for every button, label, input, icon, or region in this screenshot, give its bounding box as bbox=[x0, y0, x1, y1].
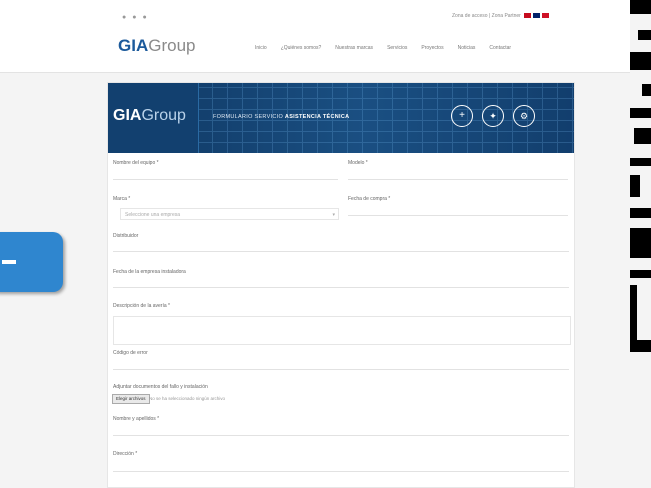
label-nombre-apellidos: Nombre y apellidos * bbox=[113, 416, 160, 422]
lightbulb-icon: ✦ bbox=[482, 105, 504, 127]
label-nombre-equipo: Nombre del equipo * bbox=[113, 160, 159, 166]
flag-uk-icon[interactable] bbox=[533, 13, 541, 19]
facebook-icon[interactable]: ● bbox=[132, 14, 142, 21]
logo-bold: GIA bbox=[118, 36, 149, 55]
form-banner: GIAGroup FORMULARIO SERVICIO ASISTENCIA … bbox=[108, 83, 574, 153]
banner-title-part2: ASISTENCIA TÉCNICA bbox=[284, 114, 350, 120]
site-header: ●●● Zona de acceso | Zona Partner GIAGro… bbox=[0, 0, 630, 73]
label-marca: Marca * bbox=[113, 196, 131, 202]
nav-proyectos[interactable]: Proyectos bbox=[421, 45, 443, 51]
banner-title: FORMULARIO SERVICIO ASISTENCIA TÉCNICA bbox=[213, 114, 349, 120]
flag-pt-icon[interactable] bbox=[542, 13, 550, 19]
logo-light: Group bbox=[148, 36, 196, 55]
input-nombre-apellidos[interactable] bbox=[113, 435, 569, 436]
label-fecha-compra: Fecha de compra * bbox=[348, 196, 391, 202]
nav-quienes-somos[interactable]: ¿Quiénes somos? bbox=[281, 45, 322, 51]
tools-icon: ⚙ bbox=[513, 105, 535, 127]
social-icons: ●●● bbox=[122, 14, 153, 21]
top-links[interactable]: Zona de acceso | Zona Partner bbox=[452, 13, 550, 19]
label-codigo-error: Código de error bbox=[113, 350, 148, 356]
flag-es-icon[interactable] bbox=[524, 13, 532, 19]
twitter-icon[interactable]: ● bbox=[122, 14, 132, 21]
input-direccion[interactable] bbox=[113, 471, 569, 472]
banner-brand-box: GIAGroup bbox=[108, 83, 199, 153]
select-marca-value: Seleccione una empresa bbox=[125, 212, 181, 218]
nav-noticias[interactable]: Noticias bbox=[458, 45, 476, 51]
nav-marcas[interactable]: Nuestras marcas bbox=[335, 45, 373, 51]
banner-title-part1: FORMULARIO SERVICIO bbox=[213, 114, 284, 120]
input-codigo-error[interactable] bbox=[113, 369, 569, 370]
file-status: No se ha seleccionado ningún archivo bbox=[149, 396, 226, 401]
plus-icon: + bbox=[451, 105, 473, 127]
textarea-descripcion[interactable] bbox=[113, 316, 571, 345]
input-modelo[interactable] bbox=[348, 179, 568, 180]
chevron-down-icon: ▾ bbox=[332, 212, 335, 218]
choose-files-button[interactable]: Elegir archivos bbox=[112, 394, 150, 404]
label-descripcion: Descripción de la avería * bbox=[113, 303, 170, 309]
label-fecha-instalacion: Fecha de la empresa instaladora bbox=[113, 269, 186, 275]
main-nav: Inicio ¿Quiénes somos? Nuestras marcas S… bbox=[255, 45, 511, 51]
input-distribuidor[interactable] bbox=[113, 251, 569, 252]
banner-logo: GIAGroup bbox=[113, 107, 186, 125]
label-modelo: Modelo * bbox=[348, 160, 368, 166]
site-logo[interactable]: GIAGroup bbox=[118, 36, 195, 56]
input-fecha-instalacion[interactable] bbox=[113, 287, 569, 288]
label-direccion: Dirección * bbox=[113, 451, 138, 457]
input-nombre-equipo[interactable] bbox=[113, 179, 338, 180]
nav-contactar[interactable]: Contactar bbox=[489, 45, 511, 51]
input-fecha-compra[interactable] bbox=[348, 215, 568, 216]
qr-code-fragment bbox=[630, 0, 651, 352]
nav-inicio[interactable]: Inicio bbox=[255, 45, 267, 51]
linkedin-icon[interactable]: ● bbox=[142, 14, 152, 21]
side-tab-button[interactable] bbox=[0, 232, 63, 292]
banner-logo-bold: GIA bbox=[113, 107, 142, 124]
label-adjuntar: Adjuntar documentos del fallo y instalac… bbox=[113, 384, 208, 390]
nav-servicios[interactable]: Servicios bbox=[387, 45, 407, 51]
top-links-text[interactable]: Zona de acceso | Zona Partner bbox=[452, 13, 521, 19]
form-card: GIAGroup FORMULARIO SERVICIO ASISTENCIA … bbox=[107, 82, 575, 488]
select-marca[interactable]: Seleccione una empresa ▾ bbox=[120, 208, 339, 220]
label-distribuidor: Distribuidor bbox=[113, 233, 139, 239]
banner-logo-light: Group bbox=[141, 107, 186, 124]
